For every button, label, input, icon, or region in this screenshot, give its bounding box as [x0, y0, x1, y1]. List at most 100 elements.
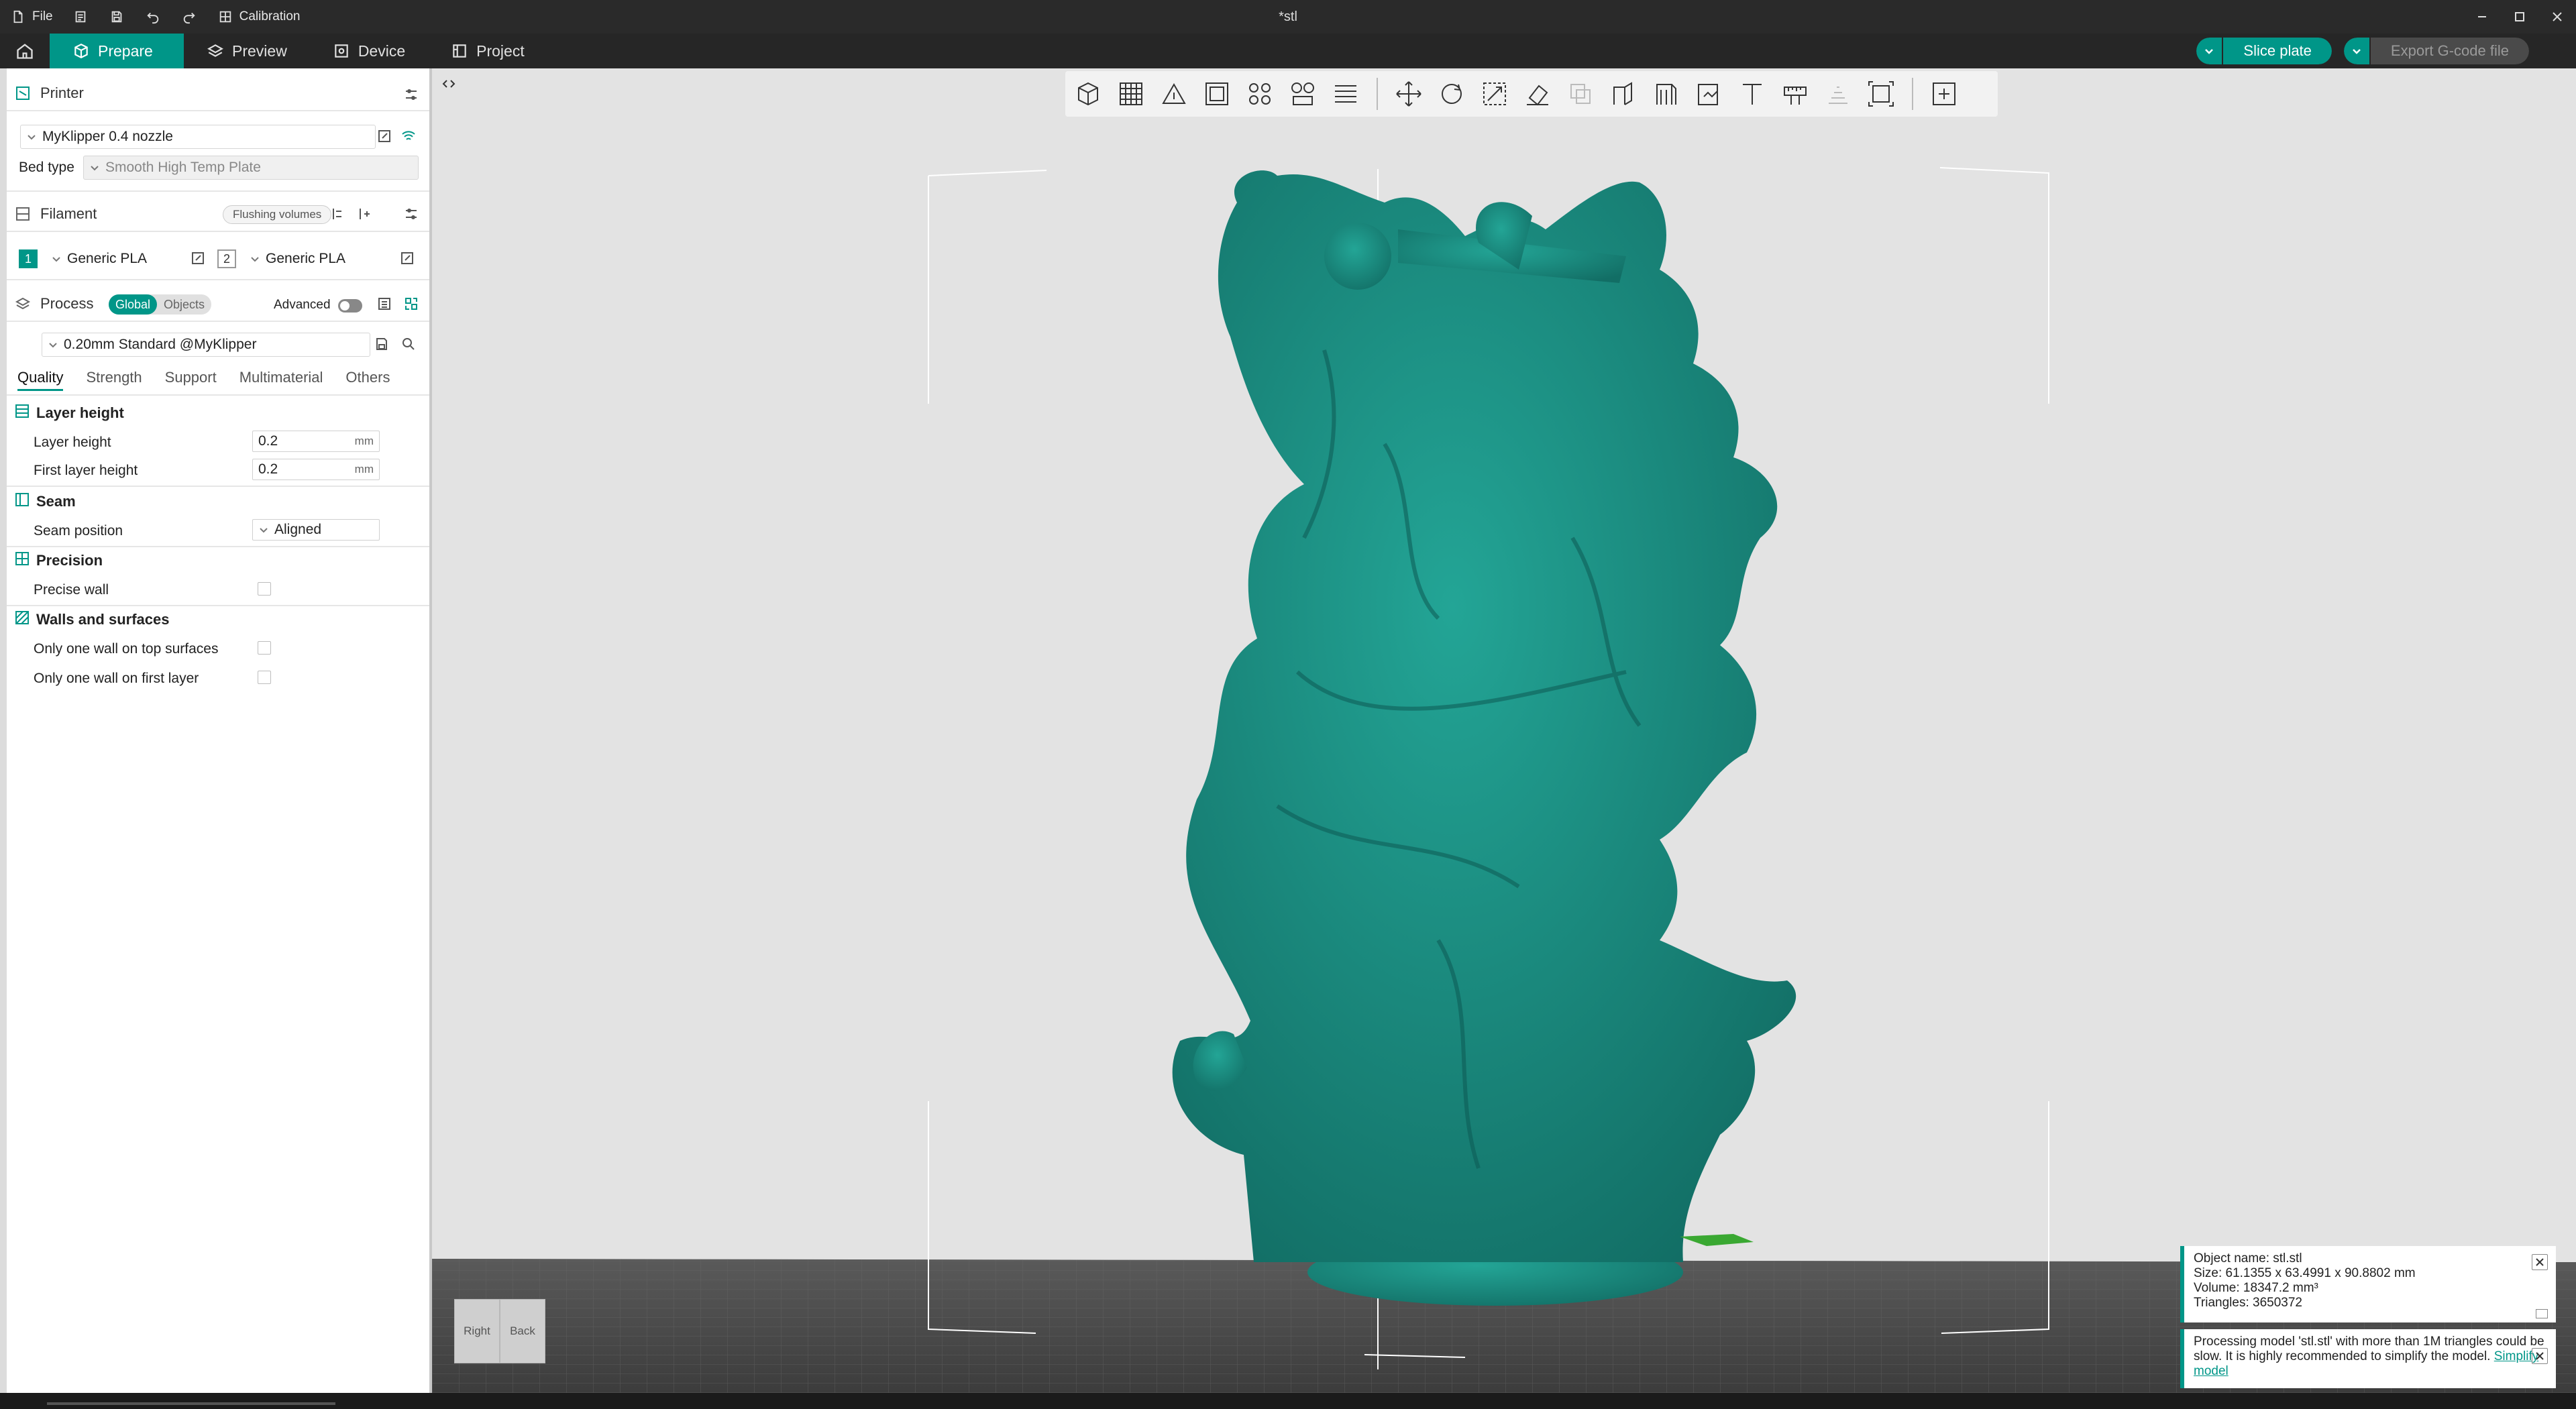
scope-objects-button[interactable]: Objects	[157, 294, 211, 315]
notes-icon	[72, 8, 89, 25]
tab-multimaterial[interactable]: Multimaterial	[239, 369, 323, 391]
flushing-volumes-button[interactable]: Flushing volumes	[223, 205, 332, 224]
tab-support[interactable]: Support	[165, 369, 217, 391]
scale-tool[interactable]	[1476, 75, 1513, 113]
support-paint-tool[interactable]	[1648, 75, 1685, 113]
save-preset-button[interactable]	[373, 335, 390, 353]
calibration-menu[interactable]: Calibration	[207, 0, 310, 34]
edit-printer-button[interactable]	[376, 127, 393, 145]
divider	[7, 605, 429, 606]
view-cube[interactable]: Right Back	[454, 1299, 545, 1363]
printer-select[interactable]: MyKlipper 0.4 nozzle	[20, 125, 376, 149]
maximize-button[interactable]	[2501, 0, 2538, 34]
explode-tool[interactable]	[1925, 75, 1963, 113]
move-tool[interactable]	[1390, 75, 1428, 113]
tab-prepare[interactable]: Prepare	[50, 34, 184, 68]
close-icon	[2536, 1352, 2544, 1360]
seam-position-select[interactable]: Aligned	[252, 519, 380, 541]
tab-others[interactable]: Others	[345, 369, 390, 391]
mesh-boolean-tool[interactable]	[1562, 75, 1599, 113]
close-window-button[interactable]	[2538, 0, 2576, 34]
process-compare-button[interactable]	[376, 295, 393, 313]
one-wall-first-label: Only one wall on first layer	[34, 671, 199, 686]
close-info-button[interactable]	[2532, 1254, 2548, 1270]
layer-height-icon	[15, 404, 30, 422]
arrange-grid-tool[interactable]	[1112, 75, 1150, 113]
process-settings-button[interactable]	[402, 295, 420, 313]
auto-arrange-tool[interactable]	[1241, 75, 1279, 113]
lay-on-face-tool[interactable]	[1519, 75, 1556, 113]
search-settings-button[interactable]	[400, 335, 417, 353]
file-menu[interactable]: File	[0, 0, 62, 34]
undo-button[interactable]	[135, 0, 171, 34]
redo-icon	[180, 8, 198, 25]
split-icon	[1291, 82, 1314, 105]
walls-icon	[15, 610, 30, 629]
scope-global-button[interactable]: Global	[109, 294, 158, 315]
layer-height-group: Layer height	[15, 404, 124, 422]
view-cube-back-face[interactable]: Back	[500, 1299, 545, 1363]
measure-tool[interactable]	[1776, 75, 1814, 113]
orient-tool[interactable]	[1155, 75, 1193, 113]
close-notice-button[interactable]	[2532, 1348, 2548, 1364]
object-triangles-text: Triangles: 3650372	[2194, 1296, 2302, 1310]
collapse-sidebar-button[interactable]	[439, 74, 459, 94]
filament-settings-button[interactable]	[402, 205, 420, 223]
precise-wall-checkbox[interactable]	[258, 582, 271, 596]
divider	[7, 321, 429, 322]
layer-height-input[interactable]: 0.2 mm	[252, 431, 380, 452]
chevron-down-icon	[2205, 49, 2214, 54]
one-wall-top-checkbox[interactable]	[258, 641, 271, 655]
printer-connection-button[interactable]	[400, 127, 417, 145]
text-tool[interactable]	[1733, 75, 1771, 113]
filament-slot-1-select[interactable]: Generic PLA	[46, 247, 189, 271]
minimize-button[interactable]	[2463, 0, 2501, 34]
tab-quality[interactable]: Quality	[17, 369, 64, 391]
bed-type-select[interactable]: Smooth High Temp Plate	[83, 156, 419, 180]
rotate-tool[interactable]	[1433, 75, 1470, 113]
layers-list-tool[interactable]	[1327, 75, 1364, 113]
taskbar-strip	[0, 1393, 2576, 1409]
process-layers-icon	[15, 296, 31, 312]
tab-device-label: Device	[358, 42, 406, 60]
slice-dropdown[interactable]	[2196, 38, 2222, 64]
save-button[interactable]	[99, 0, 135, 34]
add-object-tool[interactable]	[1069, 75, 1107, 113]
first-layer-height-input[interactable]: 0.2 mm	[252, 459, 380, 480]
seam-position-label: Seam position	[34, 523, 123, 539]
divider	[7, 486, 429, 487]
remove-filament-button[interactable]	[329, 205, 346, 223]
home-button[interactable]	[0, 34, 50, 68]
export-dropdown[interactable]	[2343, 38, 2369, 64]
3d-viewport[interactable]: Right Back Object name: stl.stl Size: 61…	[432, 68, 2576, 1393]
notes-button[interactable]	[62, 0, 99, 34]
redo-button[interactable]	[171, 0, 207, 34]
filament-slot-2-select[interactable]: Generic PLA	[244, 247, 396, 271]
add-filament-button[interactable]	[356, 205, 373, 223]
seam-icon	[15, 492, 30, 511]
seam-paint-tool[interactable]	[1690, 75, 1728, 113]
printer-settings-button[interactable]	[402, 86, 420, 103]
measure-icon	[1784, 87, 1807, 105]
plate-tool[interactable]	[1198, 75, 1236, 113]
assembly-tool[interactable]	[1819, 75, 1857, 113]
tab-preview[interactable]: Preview	[184, 34, 310, 68]
advanced-toggle[interactable]	[338, 299, 362, 313]
edit-filament-2-button[interactable]	[398, 249, 416, 267]
one-wall-first-checkbox[interactable]	[258, 671, 271, 684]
filament-section-header: Filament	[15, 205, 97, 223]
process-preset-select[interactable]: 0.20mm Standard @MyKlipper	[42, 333, 370, 357]
edit-filament-1-button[interactable]	[189, 249, 207, 267]
cut-tool[interactable]	[1605, 75, 1642, 113]
export-gcode-button[interactable]: Export G-code file	[2370, 38, 2529, 64]
tab-prepare-label: Prepare	[98, 42, 153, 60]
tab-device[interactable]: Device	[310, 34, 428, 68]
tab-strength[interactable]: Strength	[86, 369, 142, 391]
split-tool[interactable]	[1284, 75, 1322, 113]
view-cube-right-face[interactable]: Right	[454, 1299, 500, 1363]
model-sculpture[interactable]	[1172, 170, 1796, 1306]
fit-view-tool[interactable]	[1862, 75, 1900, 113]
tab-project[interactable]: Project	[428, 34, 547, 68]
slice-plate-button[interactable]: Slice plate	[2223, 38, 2332, 64]
minimize-info-button[interactable]	[2536, 1309, 2548, 1318]
